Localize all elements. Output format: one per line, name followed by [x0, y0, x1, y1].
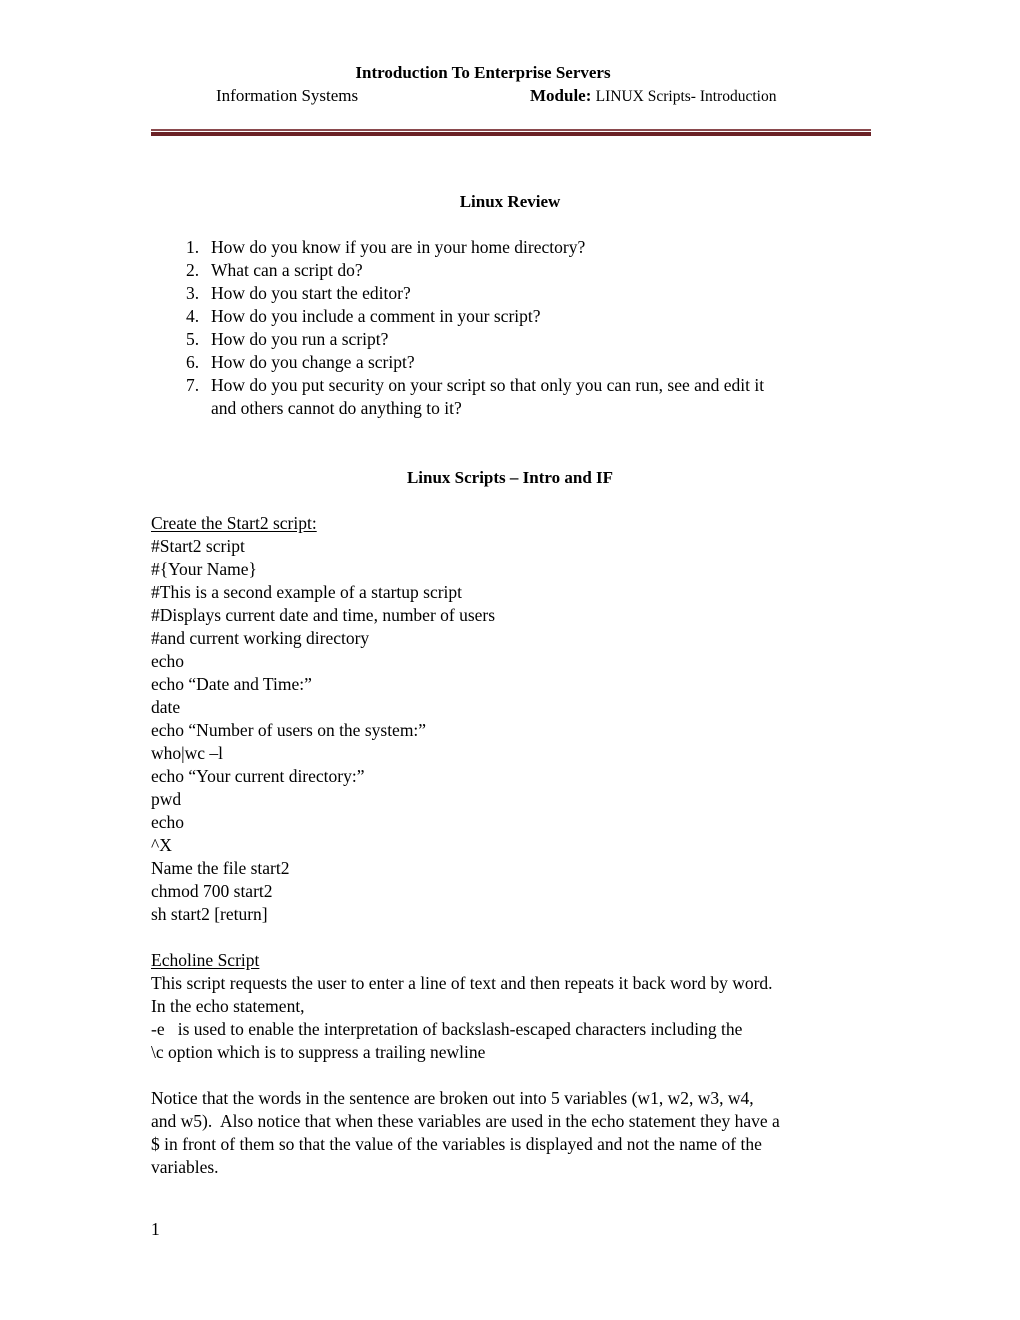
- paragraph-line: $ in front of them so that the value of …: [151, 1134, 762, 1154]
- script-line: echo: [151, 651, 185, 671]
- question-number: 2.: [186, 260, 200, 280]
- question-text: How do you know if you are in your home …: [211, 237, 586, 257]
- document-page: Introduction To Enterprise Servers Infor…: [0, 0, 1020, 1320]
- department-label: Information Systems: [216, 86, 359, 105]
- course-title: Introduction To Enterprise Servers: [355, 63, 611, 82]
- script-line: Name the file start2: [151, 858, 290, 878]
- script-line: who|wc –l: [151, 743, 224, 763]
- review-question: 4. How do you include a comment in your …: [186, 305, 876, 328]
- question-number: 1.: [186, 237, 200, 257]
- question-text: How do you include a comment in your scr…: [211, 306, 541, 326]
- script-line: pwd: [151, 789, 182, 809]
- question-text: How do you put security on your script s…: [211, 375, 765, 395]
- script-line: #Start2 script: [151, 536, 245, 556]
- section-heading-linux-scripts: Linux Scripts – Intro and IF: [406, 468, 614, 487]
- question-number: 7.: [186, 375, 200, 395]
- review-question: 7. How do you put security on your scrip…: [186, 374, 876, 420]
- question-number: 3.: [186, 283, 200, 303]
- script-line: echo “Date and Time:”: [151, 674, 312, 694]
- module-value: LINUX Scripts- Introduction: [595, 88, 777, 105]
- question-number: 4.: [186, 306, 200, 326]
- question-text: How do you run a script?: [211, 329, 389, 349]
- paragraph-line: In the echo statement,: [151, 996, 305, 1016]
- script-line: #This is a second example of a startup s…: [151, 582, 463, 602]
- review-question: 2. What can a script do?: [186, 259, 876, 282]
- echoline-title: Echoline Script: [151, 950, 260, 970]
- review-question: 1. How do you know if you are in your ho…: [186, 236, 876, 259]
- module-info: Module: LINUX Scripts- Introduction: [530, 86, 776, 107]
- script-line: date: [151, 697, 181, 717]
- start2-script-section: Create the Start2 script: #Start2 script…: [151, 512, 881, 926]
- question-number: 6.: [186, 352, 200, 372]
- section-heading-linux-review: Linux Review: [459, 192, 561, 211]
- script-line: echo: [151, 812, 185, 832]
- question-text: How do you change a script?: [211, 352, 415, 372]
- script-line: echo “Your current directory:”: [151, 766, 365, 786]
- start2-title: Create the Start2 script:: [151, 513, 317, 533]
- review-question: 3. How do you start the editor?: [186, 282, 876, 305]
- script-line: sh start2 [return]: [151, 904, 268, 924]
- question-text-continued: and others cannot do anything to it?: [211, 398, 462, 418]
- script-line: ^X: [151, 835, 172, 855]
- module-label: Module:: [530, 86, 592, 105]
- paragraph-line: Notice that the words in the sentence ar…: [151, 1088, 754, 1108]
- script-line: chmod 700 start2: [151, 881, 273, 901]
- question-number: 5.: [186, 329, 200, 349]
- echoline-script-section: Echoline Script This script requests the…: [151, 949, 881, 1064]
- paragraph-line: and w5). Also notice that when these var…: [151, 1111, 780, 1131]
- script-line: #{Your Name}: [151, 559, 257, 579]
- review-question: 5. How do you run a script?: [186, 328, 876, 351]
- paragraph-line: -e is used to enable the interpretation …: [151, 1019, 743, 1039]
- notice-paragraph: Notice that the words in the sentence ar…: [151, 1087, 881, 1179]
- header-rule-thick: [151, 132, 871, 136]
- header-rule-thin: [151, 129, 871, 131]
- question-text: How do you start the editor?: [211, 283, 411, 303]
- review-question: 6. How do you change a script?: [186, 351, 876, 374]
- paragraph-line: variables.: [151, 1157, 219, 1177]
- paragraph-line: \c option which is to suppress a trailin…: [151, 1042, 486, 1062]
- paragraph-line: This script requests the user to enter a…: [151, 973, 773, 993]
- script-line: #Displays current date and time, number …: [151, 605, 496, 625]
- script-line: echo “Number of users on the system:”: [151, 720, 427, 740]
- question-text: What can a script do?: [211, 260, 363, 280]
- page-number: 1: [151, 1219, 160, 1239]
- review-question-list: 1. How do you know if you are in your ho…: [186, 236, 876, 420]
- script-line: #and current working directory: [151, 628, 370, 648]
